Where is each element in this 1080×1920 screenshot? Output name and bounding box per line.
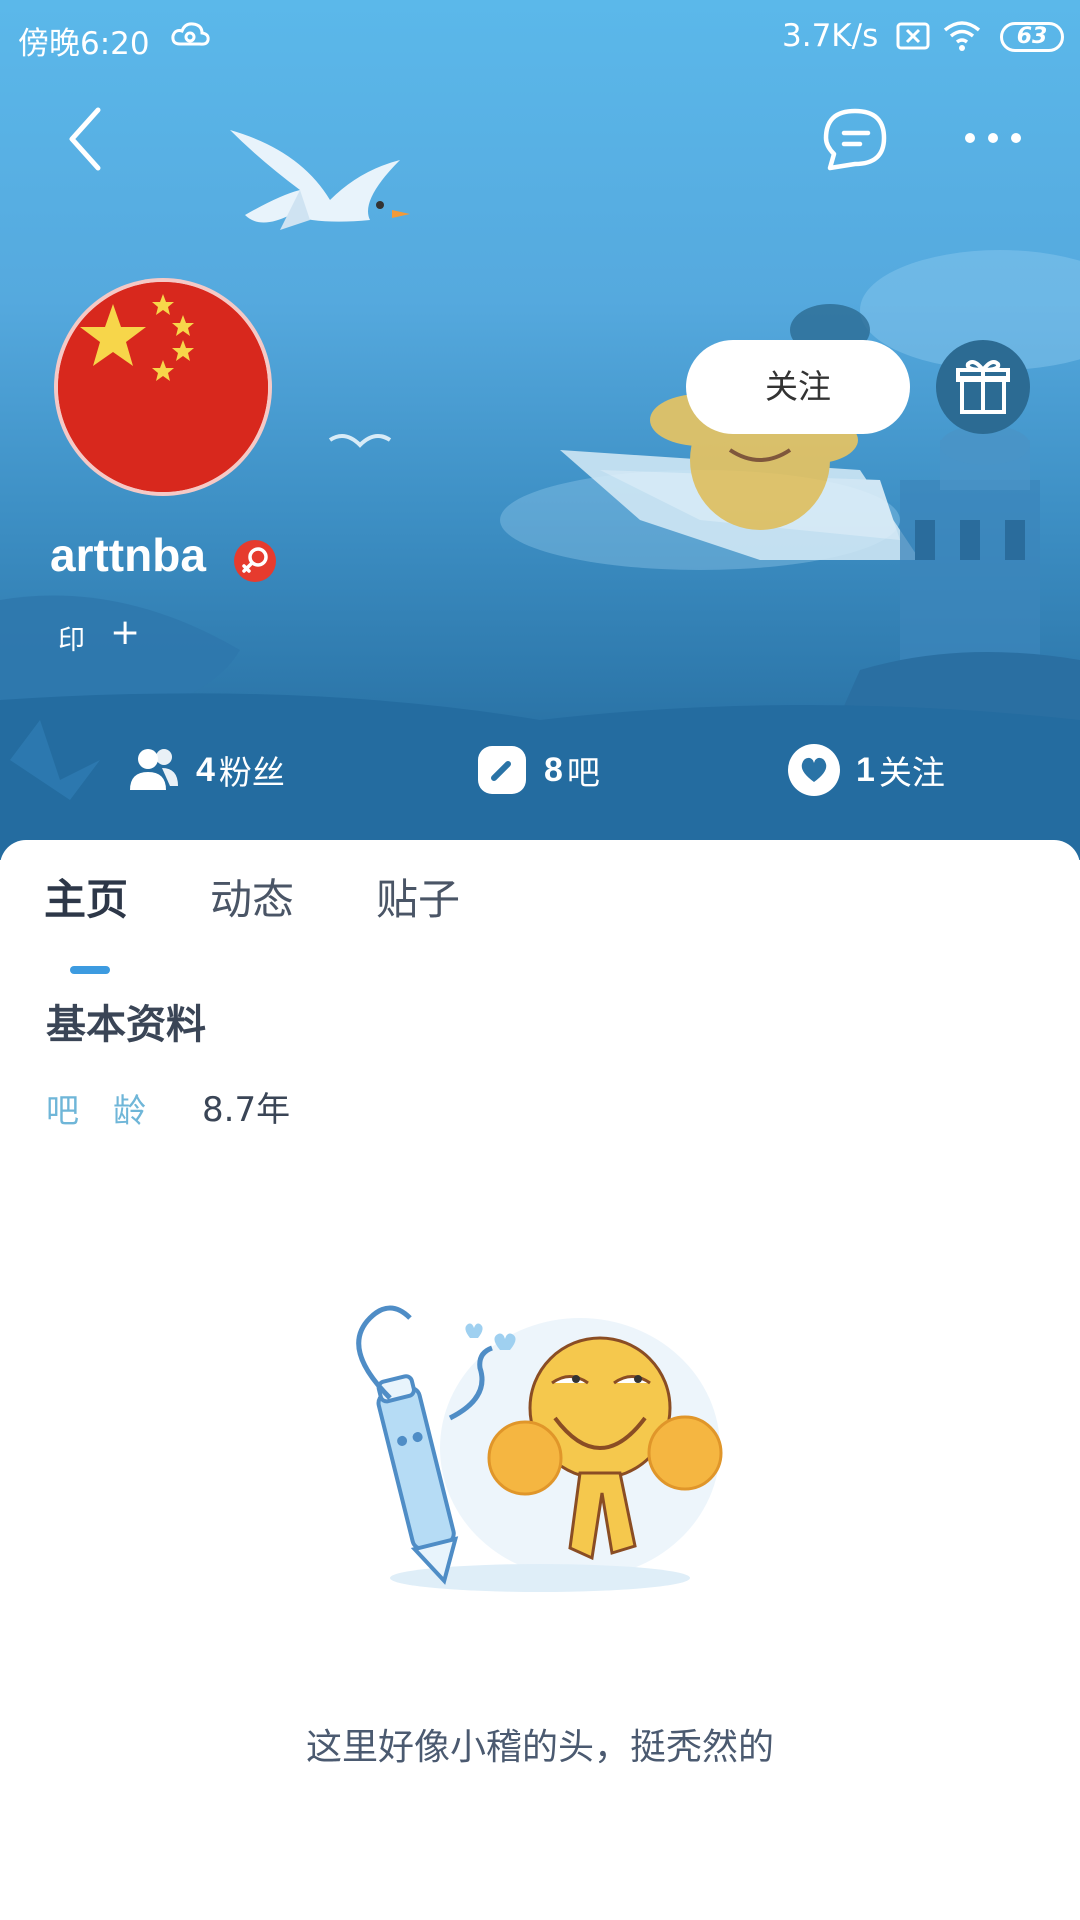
wifi-icon [943, 21, 981, 51]
bars-count: 8 [544, 750, 563, 789]
profile-stats: 4 粉丝 8 吧 1 关注 [0, 738, 1080, 802]
gift-button[interactable] [936, 340, 1030, 434]
china-flag-avatar-icon [58, 282, 268, 492]
tab-activity[interactable]: 动态 [210, 866, 294, 927]
gift-icon [956, 360, 1010, 414]
bars-label: 吧 [566, 753, 600, 792]
empty-state-text: 这里好像小稽的头，挺秃然的 [305, 1727, 774, 1768]
network-speed: 3.7K/s [782, 18, 879, 54]
tab-posts[interactable]: 贴子 [376, 866, 460, 927]
stat-bars[interactable]: 8 吧 [474, 738, 600, 802]
add-badge-button[interactable]: + [110, 612, 140, 653]
follow-button[interactable]: 关注 [686, 340, 910, 434]
fans-count: 4 [196, 750, 215, 789]
following-count: 1 [856, 750, 875, 789]
bar-age-value: 8.7年 [202, 1090, 291, 1130]
basic-info-title: 基本资料 [46, 1002, 206, 1048]
chat-bubble-icon[interactable] [820, 106, 890, 172]
profile-tabs: 主页 动态 贴子 [0, 866, 1080, 974]
tab-active-indicator [70, 966, 110, 974]
fans-icon [130, 749, 178, 790]
bar-icon [478, 746, 526, 794]
status-bar: 傍晚6:20 3.7K/s 63 [0, 0, 1080, 76]
profile-banner: 傍晚6:20 3.7K/s 63 关注 arttnba 印 + 4 粉丝 8 吧… [0, 0, 1080, 860]
stat-following[interactable]: 1 关注 [786, 738, 945, 802]
user-badge[interactable]: 印 [58, 618, 85, 657]
seagull-illustration [230, 130, 410, 230]
heart-icon [788, 744, 840, 796]
username: arttnba [50, 529, 206, 581]
female-gender-icon [234, 540, 276, 582]
tab-home[interactable]: 主页 [44, 866, 128, 927]
battery-indicator: 63 [1000, 22, 1064, 52]
fans-label: 粉丝 [218, 753, 285, 792]
stat-fans[interactable]: 4 粉丝 [126, 738, 285, 802]
empty-state-illustration [356, 1305, 723, 1592]
no-sim-icon [896, 22, 930, 50]
more-dots-icon[interactable] [958, 118, 1028, 158]
bar-age-label: 吧龄 [46, 1091, 180, 1130]
profile-content-panel: 主页 动态 贴子 基本资料 吧龄 8.7年 这里好像小稽的头，挺秃然的 [0, 840, 1080, 1920]
chevron-left-icon[interactable] [62, 104, 112, 174]
following-label: 关注 [878, 753, 945, 792]
avatar[interactable] [54, 278, 272, 496]
cloud-sync-icon [171, 22, 210, 46]
status-time: 傍晚6:20 [18, 26, 150, 62]
